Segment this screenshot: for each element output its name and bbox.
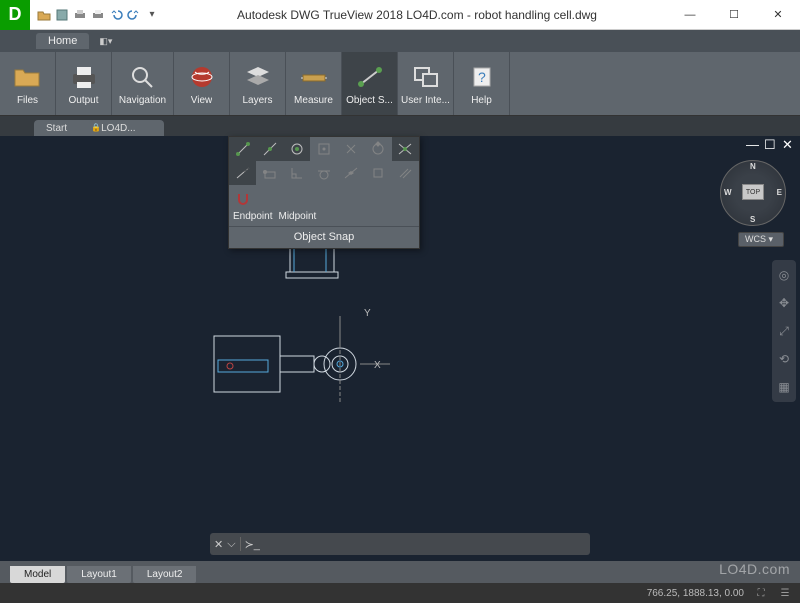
measure-button[interactable]: Measure [286,52,342,115]
ruler-icon [298,61,330,93]
snap-perpendicular[interactable] [283,161,310,185]
coordinates: 766.25, 1888.13, 0.00 [647,588,744,599]
statusbar: 766.25, 1888.13, 0.00 ⛶ ☰ [0,583,800,603]
app-logo[interactable]: D [0,0,30,30]
axis-x-label: X [374,360,381,371]
close-cmd-icon[interactable]: ✕ [214,538,223,551]
viewcube-north[interactable]: N [750,162,756,171]
zoom-extents-icon[interactable]: ⤢ [775,322,793,340]
snap-parallel[interactable] [392,161,419,185]
publish-icon[interactable] [90,7,106,23]
viewcube-east[interactable]: E [777,188,782,197]
settings-icon[interactable]: ☰ [778,586,792,600]
object-snap-panel: Endpoint Midpoint Object Snap [228,136,420,249]
snap-intersection[interactable] [392,137,419,161]
window-title: Autodesk DWG TrueView 2018 LO4D.com - ro… [166,8,668,22]
snap-enabled-toggle[interactable] [229,185,256,209]
folder-icon [12,61,44,93]
tab-layout2[interactable]: Layout2 [133,566,197,583]
snap-center[interactable] [283,137,310,161]
panel-toggle-icon[interactable]: ◧▾ [99,36,112,47]
help-icon: ? [466,61,498,93]
output-button[interactable]: Output [56,52,112,115]
home-tab[interactable]: Home [36,33,89,49]
drawing-robot-top [210,316,420,416]
snap-midpoint-label: Midpoint [278,211,316,222]
showmotion-icon[interactable]: ▦ [775,378,793,396]
viewcube-top[interactable]: TOP [742,184,764,200]
user-interface-button[interactable]: User Inte... [398,52,454,115]
maximize-button[interactable]: ☐ [712,0,756,30]
snap-apparent[interactable] [365,161,392,185]
viewcube-west[interactable]: W [724,188,732,197]
viewcube[interactable]: TOP N S E W [720,160,786,226]
object-snap-button[interactable]: Object S... [342,52,398,115]
files-button[interactable]: Files [0,52,56,115]
snap-quadrant[interactable] [365,137,392,161]
windows-icon [410,61,442,93]
magnifier-icon [127,61,159,93]
document-tabs: Start 🔒LO4D... [0,116,800,136]
snap-nearest[interactable] [338,161,365,185]
snap-endpoint-label: Endpoint [233,211,272,222]
tab-model[interactable]: Model [10,566,65,583]
quick-access-toolbar: ▾ [30,7,166,23]
snap-tangent[interactable] [310,161,337,185]
canvas-close-icon[interactable]: ✕ [782,140,794,152]
minimize-button[interactable]: — [668,0,712,30]
command-line[interactable]: ✕ ⌵ ≻_ [210,533,590,555]
lock-icon: 🔒 [91,123,101,132]
canvas-maximize-icon[interactable]: ☐ [764,140,776,152]
layers-icon [242,61,274,93]
snap-endpoint[interactable] [229,137,256,161]
open-icon[interactable] [36,7,52,23]
dwg-icon[interactable] [54,7,70,23]
prompt-icon: ≻_ [245,538,260,551]
globe-icon [186,61,218,93]
view-button[interactable]: View [174,52,230,115]
undo-icon[interactable] [108,7,124,23]
snap-insertion[interactable] [256,161,283,185]
snap-geometric-center[interactable] [310,137,337,161]
fullscreen-icon[interactable]: ⛶ [754,586,768,600]
ribbon: Files Output Navigation View Layers Meas… [0,52,800,116]
svg-text:?: ? [478,69,486,85]
axis-y-label: Y [364,308,371,319]
pan-icon[interactable]: ✥ [775,294,793,312]
wheel-icon[interactable]: ◎ [775,266,793,284]
menubar: Home ◧▾ [0,30,800,52]
layers-button[interactable]: Layers [230,52,286,115]
snap-icon [354,61,386,93]
watermark: LO4D.com [719,561,790,577]
snap-midpoint[interactable] [256,137,283,161]
snap-panel-title: Object Snap [229,226,419,248]
tab-layout1[interactable]: Layout1 [67,566,131,583]
titlebar: D ▾ Autodesk DWG TrueView 2018 LO4D.com … [0,0,800,30]
recent-cmd-icon[interactable]: ⌵ [227,538,235,551]
canvas-minimize-icon[interactable]: — [746,140,758,152]
snap-node[interactable] [338,137,365,161]
printer-icon [68,61,100,93]
help-button[interactable]: ? Help [454,52,510,115]
qat-dropdown-icon[interactable]: ▾ [144,7,160,23]
layout-tabs: Model Layout1 Layout2 [0,561,800,583]
print-icon[interactable] [72,7,88,23]
navigation-button[interactable]: Navigation [112,52,174,115]
snap-extension[interactable] [229,161,256,185]
tab-file[interactable]: 🔒LO4D... [89,120,163,136]
viewcube-south[interactable]: S [750,215,755,224]
redo-icon[interactable] [126,7,142,23]
navigation-bar: ◎ ✥ ⤢ ⟲ ▦ [772,260,796,402]
tab-start[interactable]: Start [34,120,95,136]
drawing-canvas[interactable]: — ☐ ✕ Endpoint Midpoint Object Snap [0,136,800,561]
close-button[interactable]: ✕ [756,0,800,30]
command-input[interactable] [264,539,586,550]
wcs-indicator[interactable]: WCS ▾ [738,232,784,247]
orbit-icon[interactable]: ⟲ [775,350,793,368]
